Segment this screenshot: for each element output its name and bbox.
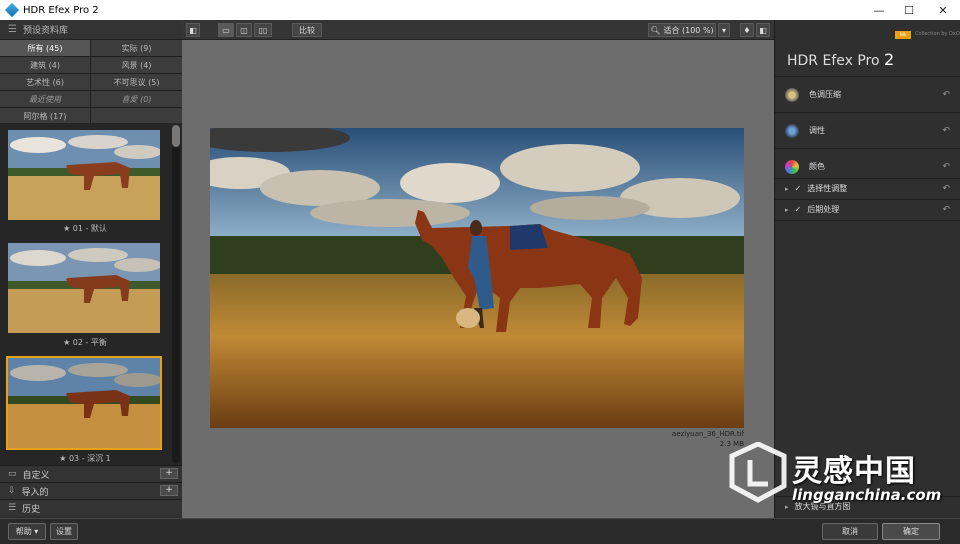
maximize-button[interactable]: ☐ [894,0,924,20]
color-wheel-icon [785,159,799,174]
close-button[interactable]: ✕ [928,0,958,20]
zoom-dropdown-icon[interactable]: ▾ [718,23,730,37]
watermark-url: lingganchina.com [792,486,942,504]
history-icon: ☰ [8,503,17,513]
category-all[interactable]: 所有 (45) [0,40,90,56]
watermark-logo [729,442,787,503]
bottom-bar: 帮助 ▾ 设置 取消 确定 [0,518,960,544]
preset-thumb-balanced[interactable] [8,243,160,333]
preview-toolbar: ◧ ▭ ◫ ▯▯ 比较 🔍︎ 适合 (100 %) ▾ ♦ ◧ [182,20,774,40]
section-selective-adjustments[interactable]: ▸ ✓ 选择性调整 ↶ [775,178,960,198]
preset-thumbnails: ★ 01 - 默认 ★ 02 - 平衡 ★ 03 - 深沉 1 [0,123,182,465]
section-tonality[interactable]: 调性 ↶ [775,112,960,148]
brand-text: Collection by DxO [915,31,960,37]
app-name: HDR Efex Pro 2 [787,50,894,69]
category-architecture[interactable]: 建筑 (4) [0,57,90,73]
section-tonality-label: 调性 [809,126,825,135]
expand-arrow-icon[interactable]: ▸ [785,206,789,214]
category-empty [91,108,182,124]
tonality-icon [785,123,799,138]
preset-caption-deep: ★ 03 - 深沉 1 [59,454,111,463]
import-icon: ⇩ [8,486,16,496]
menu-icon: ☰ [8,24,17,35]
presets-header-label: 预设资料库 [22,26,68,36]
preset-thumb-image [8,243,160,333]
thumbnails-scrollbar[interactable] [172,125,180,463]
nik-logo: Nik [895,31,911,39]
thumbnails-scroll-thumb[interactable] [172,125,180,147]
category-artistic[interactable]: 艺术性 (6) [0,74,90,90]
settings-button[interactable]: 设置 [50,523,78,540]
expand-arrow-icon[interactable]: ▸ [785,185,789,193]
category-favorites[interactable]: 喜爱 (0) [91,91,182,107]
reset-icon[interactable]: ↶ [942,184,950,194]
checkmark-icon[interactable]: ✓ [795,205,802,214]
preset-caption-balanced: ★ 02 - 平衡 [63,338,107,347]
section-divider [775,220,960,221]
custom-presets-label: 自定义 [22,470,50,481]
help-button[interactable]: 帮助 ▾ [8,523,46,540]
preset-thumb-image [8,358,160,448]
preset-thumb-image [8,130,160,220]
sun-icon [785,87,799,102]
hide-panel-icon[interactable]: ◧ [186,23,200,37]
compare-button[interactable]: 比较 [292,23,322,37]
single-view-icon[interactable]: ▭ [218,23,234,37]
category-realistic[interactable]: 实际 (9) [91,40,182,56]
zoom-value: 适合 (100 %) [663,25,714,35]
category-argo[interactable]: 阿尔格 (17) [0,108,90,124]
zoom-icon: 🔍︎ [650,25,661,35]
category-landscape[interactable]: 风景 (4) [91,57,182,73]
reset-icon[interactable]: ↶ [942,205,950,215]
imported-presets-label: 导入的 [21,487,49,498]
section-tone-compression[interactable]: 色调压缩 ↶ [775,76,960,112]
window-title: HDR Efex Pro 2 [23,4,99,16]
preview-image[interactable] [210,128,744,428]
preset-categories: 所有 (45) 实际 (9) 建筑 (4) 风景 (4) 艺术性 (6) 不可思… [0,40,182,124]
history-row[interactable]: ☰ 历史 [0,499,182,516]
watermark-name: 灵感中国 [792,454,916,489]
background-toggle-icon[interactable]: ◧ [756,23,770,37]
reset-icon[interactable]: ↶ [942,162,950,172]
category-recent[interactable]: 最近使用 [0,91,90,107]
reset-icon[interactable]: ↶ [942,90,950,100]
history-label: 历史 [22,504,41,515]
cancel-button[interactable]: 取消 [822,523,878,540]
reset-icon[interactable]: ↶ [942,126,950,136]
app-version: 2 [884,50,895,69]
section-tone-compression-label: 色调压缩 [809,90,841,99]
title-bar: HDR Efex Pro 2 — ☐ ✕ [0,0,960,20]
side-by-side-icon[interactable]: ▯▯ [254,23,272,37]
zoom-select[interactable]: 🔍︎ 适合 (100 %) [648,23,716,37]
import-preset-button[interactable]: + [160,485,178,496]
presets-panel: ☰ 预设资料库 所有 (45) 实际 (9) 建筑 (4) 风景 (4) 艺术性… [0,20,182,518]
section-color-label: 颜色 [809,162,825,171]
folder-icon: ▭ [8,469,17,479]
add-custom-preset-button[interactable]: + [160,468,178,479]
preset-thumb-default[interactable] [8,130,160,220]
app-icon [4,2,20,18]
presets-header[interactable]: ☰ 预设资料库 [0,20,182,40]
category-surreal[interactable]: 不可思议 (5) [91,74,182,90]
ok-button[interactable]: 确定 [882,523,940,540]
split-view-icon[interactable]: ◫ [236,23,252,37]
watermark: 灵感中国 lingganchina.com [724,436,960,516]
preview-photo [210,128,744,428]
finishing-label: 后期处理 [807,205,840,214]
preset-caption-default: ★ 01 - 默认 [63,224,107,233]
checkmark-icon[interactable]: ✓ [795,184,802,193]
selective-adjustments-label: 选择性调整 [807,184,848,193]
imported-presets-row[interactable]: ⇩ 导入的 + [0,482,182,499]
minimize-button[interactable]: — [864,0,894,20]
custom-presets-row[interactable]: ▭ 自定义 + [0,465,182,482]
loupe-icon[interactable]: ♦ [740,23,754,37]
preset-thumb-deep[interactable] [6,356,162,450]
section-finishing[interactable]: ▸ ✓ 后期处理 ↶ [775,199,960,219]
app-name-text: HDR Efex Pro [787,53,880,69]
